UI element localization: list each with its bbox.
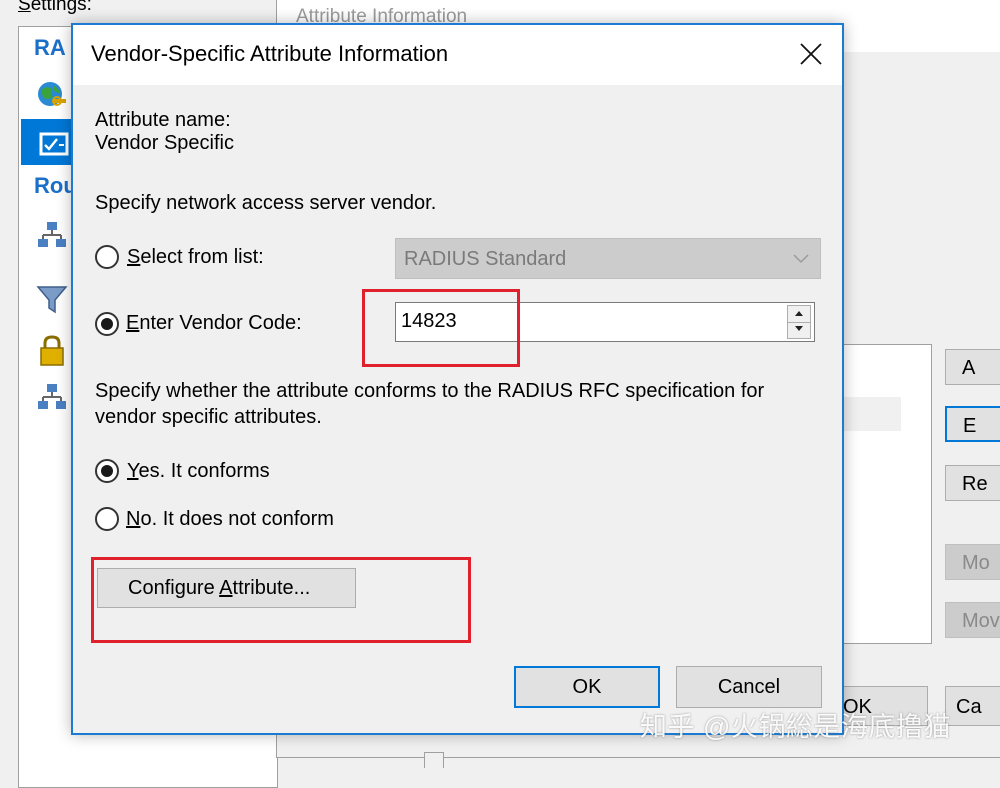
yes-conforms-text: es. It conforms <box>138 460 270 482</box>
remove-button[interactable]: Re <box>945 465 1000 501</box>
scrollbar-thumb[interactable] <box>424 752 444 768</box>
triangle-up-icon <box>795 311 803 316</box>
vendor-dropdown-value: RADIUS Standard <box>404 248 567 270</box>
lock-icon <box>40 335 64 366</box>
ok-button[interactable]: OK <box>514 666 660 708</box>
network-icon <box>38 222 66 247</box>
select-from-list-label[interactable]: Select from list: <box>127 246 264 269</box>
conform-text-line2: vendor specific attributes. <box>95 406 322 428</box>
checklist-icon <box>39 132 69 156</box>
add-button[interactable]: A <box>945 349 1000 385</box>
edit-button[interactable]: E <box>945 406 1000 442</box>
tree-header-radius[interactable]: RA <box>34 35 66 61</box>
list-item[interactable] <box>843 397 901 431</box>
cancel-button[interactable]: Cancel <box>676 666 822 708</box>
select-from-list-radio[interactable] <box>95 245 119 269</box>
yes-conforms-label[interactable]: Yes. It conforms <box>127 460 270 483</box>
settings-label-accel: S <box>18 0 31 15</box>
conform-text-line1: Specify whether the attribute conforms t… <box>95 380 765 402</box>
watermark: 知乎 @火锅総是海底撸猫 <box>640 712 951 742</box>
yes-conforms-accel: Y <box>127 460 139 482</box>
specify-vendor-text: Specify network access server vendor. <box>95 192 437 214</box>
attribute-name-label: Attribute name: <box>95 109 231 131</box>
network-icon <box>38 384 66 409</box>
no-conform-accel: N <box>126 508 141 530</box>
attribute-name-value: Vendor Specific <box>95 132 234 154</box>
no-conform-radio[interactable] <box>95 507 119 531</box>
enter-vendor-code-label[interactable]: Enter Vendor Code: <box>126 312 302 335</box>
close-icon <box>800 43 822 65</box>
dialog-title: Vendor-Specific Attribute Information <box>91 41 449 66</box>
yes-conforms-radio[interactable] <box>95 459 119 483</box>
radio-selected-dot <box>101 465 113 477</box>
no-conform-text: o. It does not conform <box>140 508 334 530</box>
spinner-down-button[interactable] <box>788 322 810 338</box>
triangle-down-icon <box>795 326 803 331</box>
radio-selected-dot <box>101 318 113 330</box>
vendor-dropdown[interactable]: RADIUS Standard <box>395 238 821 279</box>
background-cancel-button[interactable]: Ca <box>945 686 1000 726</box>
filter-icon <box>36 286 68 314</box>
dialog-titlebar[interactable]: Vendor-Specific Attribute Information <box>73 25 842 85</box>
globe-key-icon <box>38 82 66 106</box>
settings-label-rest: ettings: <box>30 0 92 15</box>
vendor-code-spinner[interactable] <box>787 305 811 339</box>
move-up-button[interactable]: Mo <box>945 544 1000 580</box>
vendor-specific-attribute-dialog: Vendor-Specific Attribute Information At… <box>71 23 844 735</box>
no-conform-label[interactable]: No. It does not conform <box>126 508 334 531</box>
select-from-list-text: elect from list: <box>140 246 264 268</box>
move-down-button[interactable]: Mov <box>945 602 1000 638</box>
settings-label: Settings: <box>18 0 92 16</box>
spinner-up-button[interactable] <box>788 306 810 323</box>
highlight-box-configure <box>91 557 471 643</box>
enter-vendor-code-accel: E <box>126 312 140 334</box>
select-from-list-accel: S <box>127 246 141 268</box>
attribute-listbox[interactable] <box>842 344 932 644</box>
chevron-down-icon <box>793 254 809 264</box>
close-button[interactable] <box>790 35 832 75</box>
highlight-box-vendor-code <box>362 289 520 367</box>
enter-vendor-code-radio[interactable] <box>95 312 119 336</box>
enter-vendor-code-text: nter Vendor Code: <box>139 312 302 334</box>
